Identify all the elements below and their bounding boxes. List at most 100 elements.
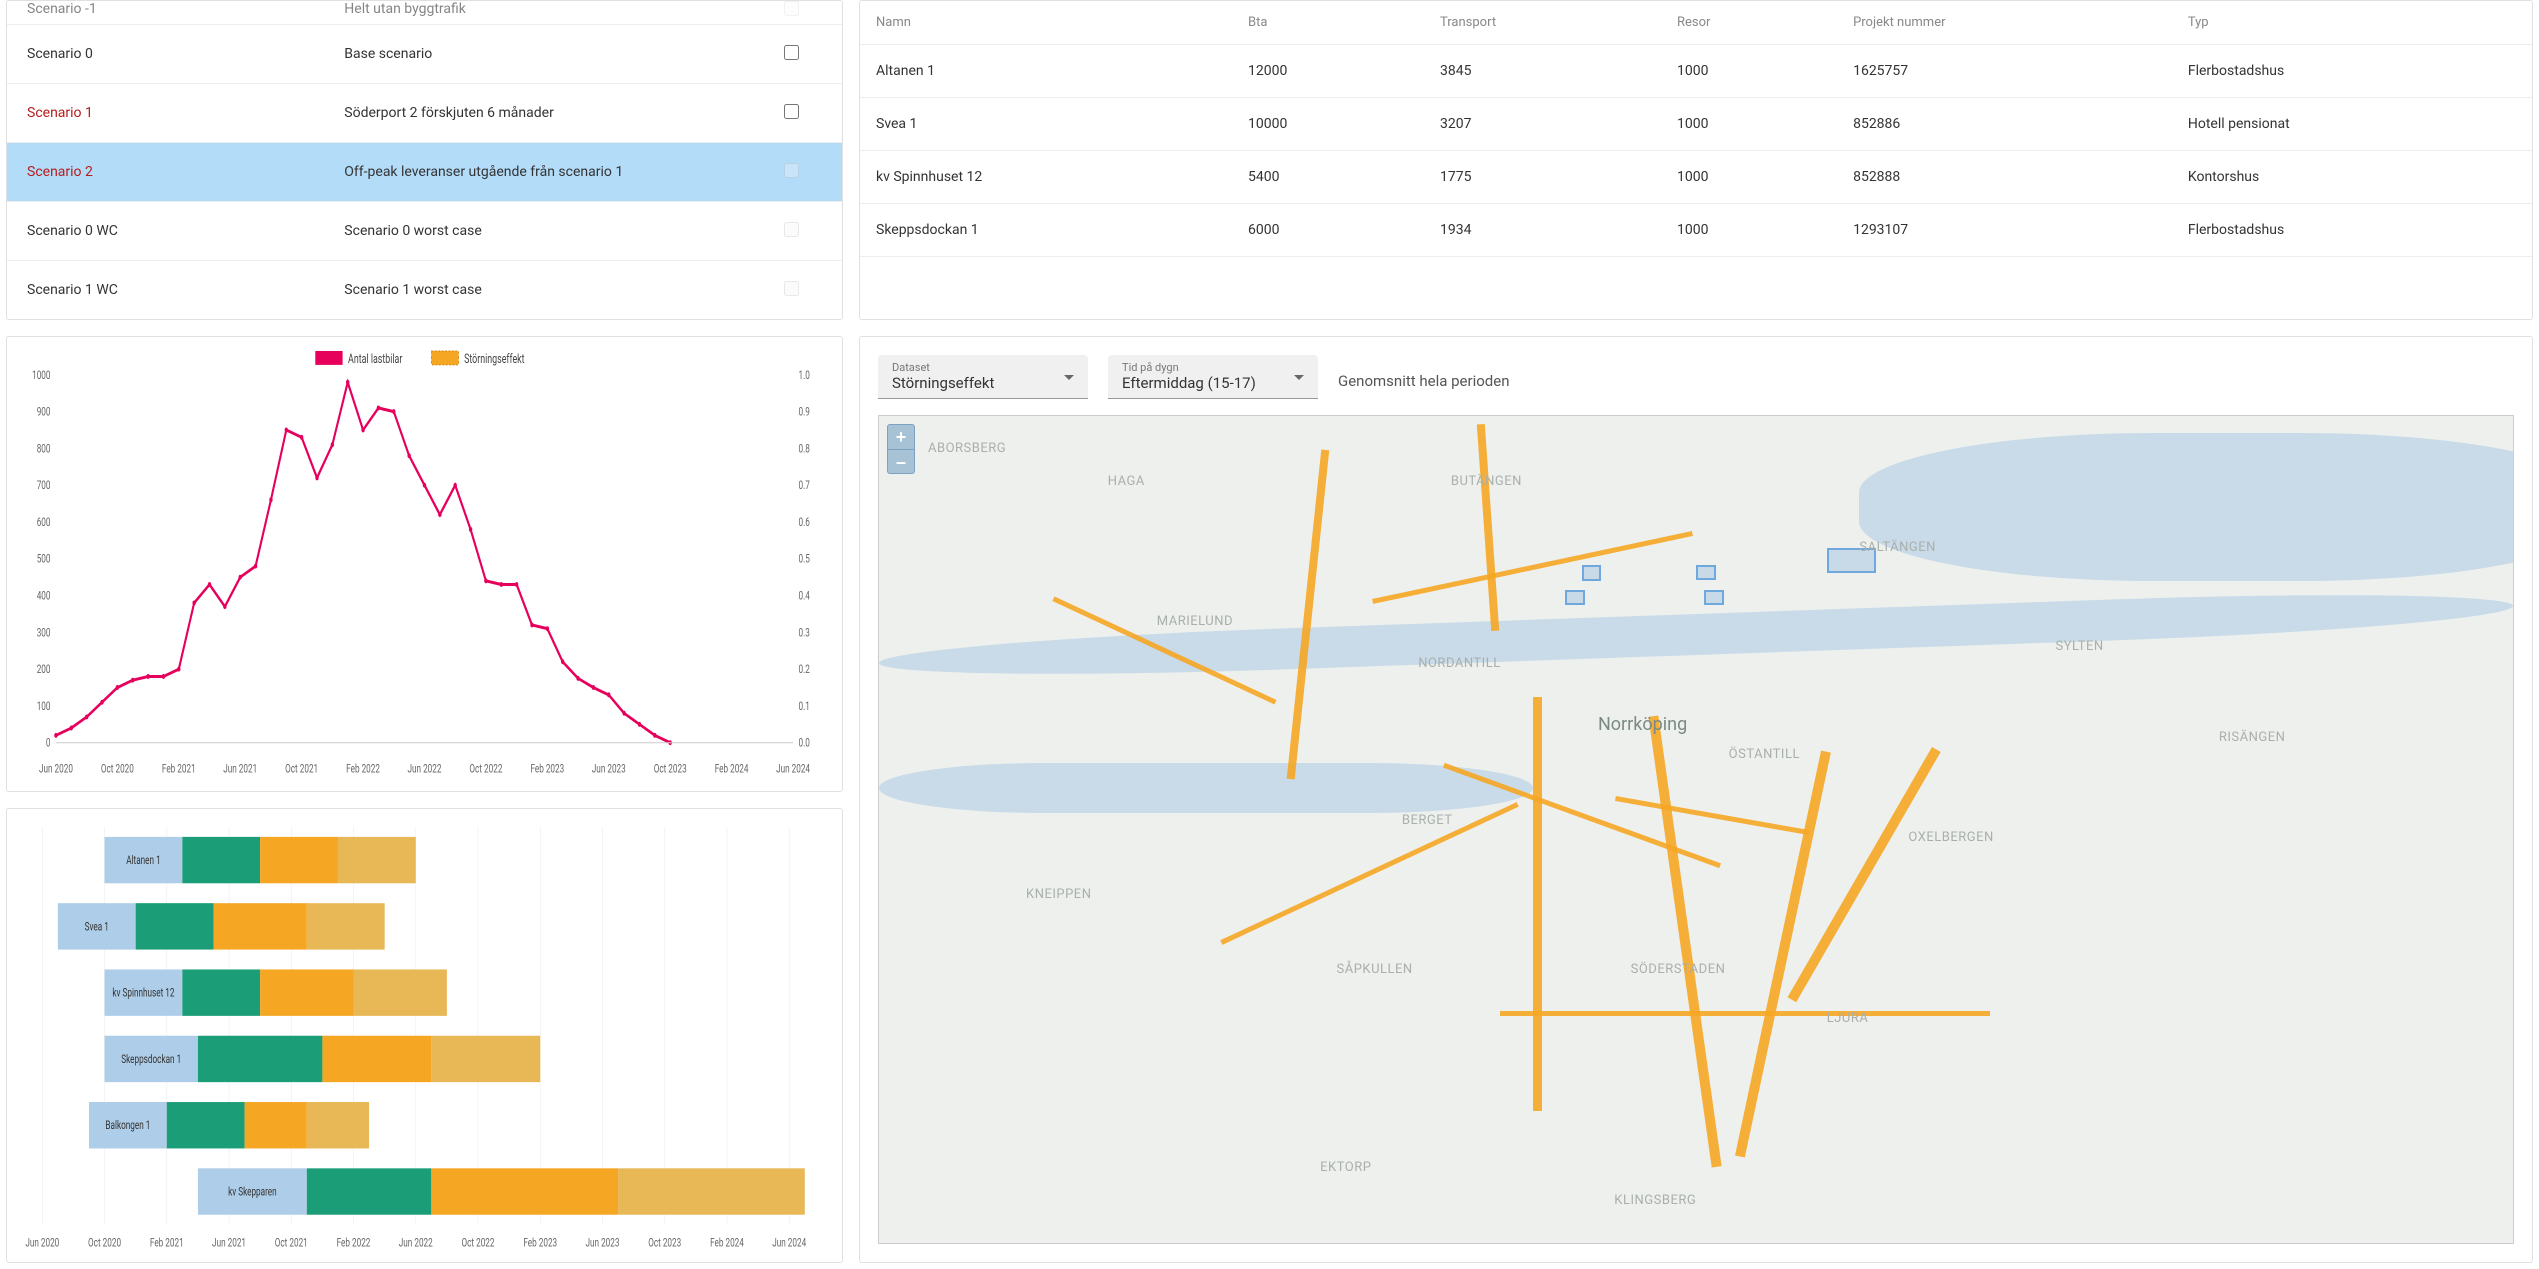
scenario-desc: Off-peak leveranser utgående från scenar…: [324, 143, 742, 202]
svg-text:Oct 2023: Oct 2023: [648, 1237, 681, 1250]
cell-resor: 1000: [1661, 45, 1837, 98]
map-polygon[interactable]: [1565, 590, 1585, 605]
svg-text:Svea 1: Svea 1: [85, 921, 109, 934]
cell-projekt: 1625757: [1837, 45, 2172, 98]
table-row[interactable]: Altanen 112000384510001625757Flerbostads…: [860, 45, 2532, 98]
project-list-panel: Namn Bta Transport Resor Projekt nummer …: [859, 0, 2533, 320]
map-city-label: Norrköping: [1598, 714, 1687, 735]
table-row[interactable]: Svea 11000032071000852886Hotell pensiona…: [860, 98, 2532, 151]
gantt-chart-panel: Jun 2020Oct 2020Feb 2021Jun 2021Oct 2021…: [6, 808, 843, 1264]
map-view[interactable]: Norrköping HAGABUTÄNGENABORSBERGSALTÄNGE…: [878, 415, 2514, 1244]
scenario-row[interactable]: Scenario 2Off-peak leveranser utgående f…: [7, 143, 842, 202]
gantt-chart[interactable]: Jun 2020Oct 2020Feb 2021Jun 2021Oct 2021…: [15, 817, 834, 1255]
cell-bta: 10000: [1232, 98, 1424, 151]
svg-text:900: 900: [37, 406, 51, 419]
map-water: [879, 763, 1533, 813]
cell-projekt: 852888: [1837, 151, 2172, 204]
map-road: [1372, 531, 1693, 604]
col-namn[interactable]: Namn: [860, 1, 1232, 45]
zoom-in-button[interactable]: +: [888, 425, 914, 449]
map-road: [1533, 697, 1543, 1111]
scenario-checkbox[interactable]: [784, 104, 799, 119]
svg-text:0.9: 0.9: [799, 406, 811, 419]
svg-text:400: 400: [37, 590, 51, 603]
svg-text:300: 300: [37, 627, 51, 640]
scenario-row[interactable]: Scenario 1 WCScenario 1 worst case: [7, 261, 842, 320]
cell-transport: 1934: [1424, 204, 1661, 257]
svg-text:Jun 2022: Jun 2022: [408, 763, 442, 776]
scenario-row[interactable]: Scenario -1Helt utan byggtrafik: [7, 1, 842, 25]
svg-text:Oct 2021: Oct 2021: [275, 1237, 308, 1250]
time-select-value: Eftermiddag (15-17): [1122, 374, 1256, 392]
dataset-select[interactable]: Dataset Störningseffekt: [878, 355, 1088, 399]
svg-text:Jun 2023: Jun 2023: [592, 763, 626, 776]
map-zoom-controls: + –: [887, 424, 915, 474]
scenario-row[interactable]: Scenario 0Base scenario: [7, 25, 842, 84]
scenario-checkbox[interactable]: [784, 45, 799, 60]
col-bta[interactable]: Bta: [1232, 1, 1424, 45]
cell-resor: 1000: [1661, 151, 1837, 204]
cell-projekt: 852886: [1837, 98, 2172, 151]
scenario-checkbox: [784, 281, 799, 296]
cell-typ: Flerbostadshus: [2172, 45, 2532, 98]
trucks-line-chart[interactable]: 010020030040050060070080090010000.00.10.…: [15, 345, 834, 783]
svg-text:Skeppsdockan 1: Skeppsdockan 1: [121, 1053, 181, 1066]
cell-typ: Flerbostadshus: [2172, 204, 2532, 257]
scenario-desc: Base scenario: [324, 25, 742, 84]
map-district-label: SYLTEN: [2055, 639, 2103, 654]
scenario-row[interactable]: Scenario 1Söderport 2 förskjuten 6 månad…: [7, 84, 842, 143]
svg-text:Feb 2021: Feb 2021: [162, 763, 196, 776]
map-district-label: RISÄNGEN: [2219, 730, 2286, 745]
svg-text:0.5: 0.5: [799, 553, 811, 566]
col-projekt[interactable]: Projekt nummer: [1837, 1, 2172, 45]
dataset-select-label: Dataset: [892, 361, 1052, 374]
scenario-table: Scenario -1Helt utan byggtrafikScenario …: [7, 1, 842, 320]
map-polygon[interactable]: [1704, 590, 1724, 605]
map-district-label: MARIELUND: [1157, 614, 1233, 629]
cell-bta: 5400: [1232, 151, 1424, 204]
map-district-label: HAGA: [1108, 474, 1145, 489]
cell-transport: 1775: [1424, 151, 1661, 204]
svg-text:600: 600: [37, 517, 51, 530]
svg-text:Jun 2024: Jun 2024: [772, 1237, 806, 1250]
map-district-label: NORDANTILL: [1418, 656, 1501, 671]
scenario-row[interactable]: Scenario 0 WCScenario 0 worst case: [7, 202, 842, 261]
map-district-label: LJURA: [1827, 1011, 1869, 1026]
map-water: [879, 586, 2513, 684]
svg-text:Oct 2020: Oct 2020: [88, 1237, 121, 1250]
cell-namn: Skeppsdockan 1: [860, 204, 1232, 257]
map-polygon[interactable]: [1582, 565, 1602, 582]
scenario-name: Scenario -1: [7, 1, 324, 25]
table-row[interactable]: kv Spinnhuset 12540017751000852888Kontor…: [860, 151, 2532, 204]
svg-text:Feb 2021: Feb 2021: [150, 1237, 184, 1250]
map-polygon[interactable]: [1696, 565, 1716, 580]
col-resor[interactable]: Resor: [1661, 1, 1837, 45]
map-district-label: OXELBERGEN: [1908, 830, 1993, 845]
svg-text:0.4: 0.4: [799, 590, 811, 603]
svg-text:Jun 2022: Jun 2022: [399, 1237, 433, 1250]
col-typ[interactable]: Typ: [2172, 1, 2532, 45]
svg-text:1000: 1000: [32, 369, 51, 382]
scenario-checkbox: [784, 1, 799, 16]
scenario-desc: Söderport 2 förskjuten 6 månader: [324, 84, 742, 143]
time-select[interactable]: Tid på dygn Eftermiddag (15-17): [1108, 355, 1318, 399]
scenario-desc: Scenario 0 worst case: [324, 202, 742, 261]
map-district-label: EKTORP: [1320, 1160, 1371, 1175]
map-road: [1220, 802, 1518, 945]
svg-text:Jun 2024: Jun 2024: [776, 763, 810, 776]
map-road: [1788, 747, 1941, 1003]
cell-namn: Altanen 1: [860, 45, 1232, 98]
time-select-label: Tid på dygn: [1122, 361, 1282, 374]
map-road: [1500, 1011, 1990, 1016]
svg-text:0.0: 0.0: [799, 737, 811, 750]
cell-namn: kv Spinnhuset 12: [860, 151, 1232, 204]
table-row[interactable]: Skeppsdockan 16000193410001293107Flerbos…: [860, 204, 2532, 257]
zoom-out-button[interactable]: –: [888, 449, 914, 473]
cell-resor: 1000: [1661, 204, 1837, 257]
map-district-label: BERGET: [1402, 813, 1453, 828]
map-road: [1287, 450, 1330, 780]
col-transport[interactable]: Transport: [1424, 1, 1661, 45]
scenario-name: Scenario 1: [7, 84, 324, 143]
svg-text:kv Skepparen: kv Skepparen: [228, 1186, 277, 1199]
map-road: [1476, 424, 1499, 631]
